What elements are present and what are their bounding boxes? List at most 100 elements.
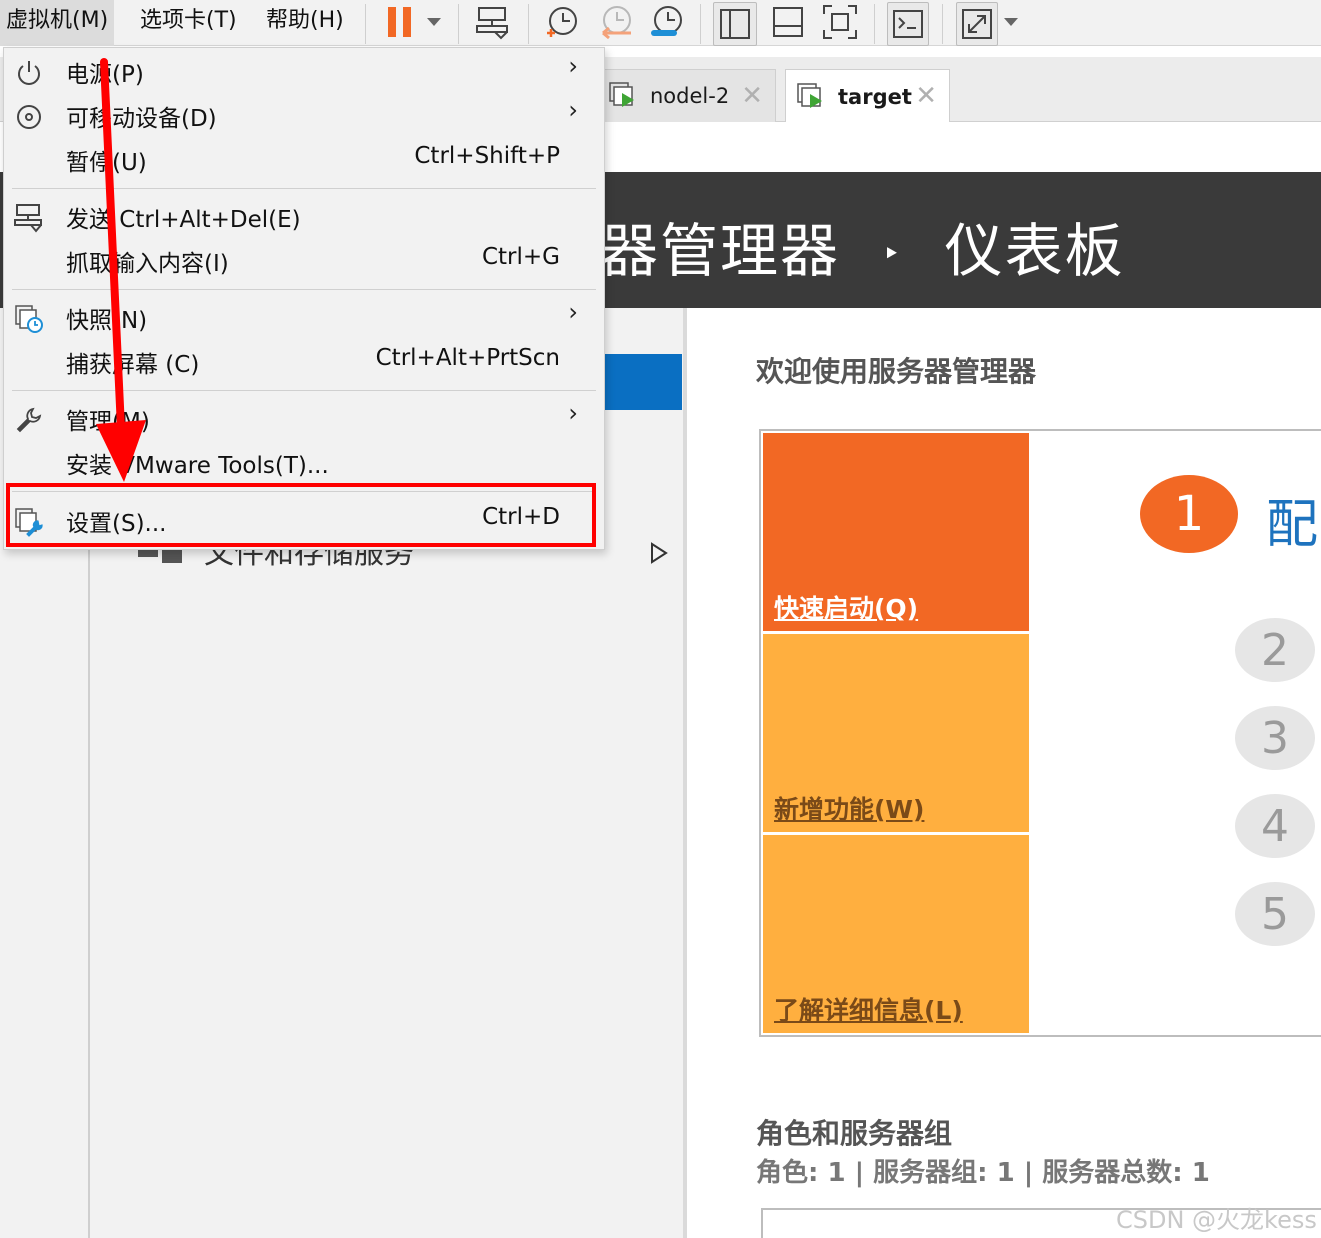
close-icon[interactable]: ✕ — [915, 81, 937, 111]
menu-item-pause[interactable]: 暂停(U) Ctrl+Shift+P — [4, 138, 604, 182]
menu-item-label: 安装 VMware Tools(T)... — [66, 453, 329, 479]
toolbar-separator — [874, 4, 875, 44]
chevron-down-icon — [1004, 18, 1018, 26]
revert-snapshot-button[interactable] — [596, 0, 636, 44]
tab-label: target — [838, 84, 912, 109]
tile-label: 快速启动(Q) — [774, 594, 919, 623]
console-view-button[interactable] — [766, 0, 810, 44]
menu-item-snapshot[interactable]: 快照(N) › — [4, 296, 604, 340]
menu-item-shortcut: Ctrl+Shift+P — [414, 143, 560, 169]
snapshot-take-icon — [547, 7, 577, 37]
wrench-icon — [16, 407, 42, 433]
vm-menu-dropdown: 电源(P) › 可移动设备(D) › 暂停(U) Ctrl+Shift+P 发送… — [3, 47, 605, 550]
chevron-right-icon: › — [568, 52, 578, 80]
console-view-icon — [773, 7, 803, 37]
pause-icon — [388, 7, 411, 37]
menu-separator — [12, 188, 596, 189]
watermark: CSDN @火龙kess — [1116, 1206, 1317, 1234]
chevron-down-icon — [427, 18, 441, 26]
menu-item-label: 捕获屏幕 (C) — [66, 352, 200, 378]
menu-item-grab-input[interactable]: 抓取输入内容(I) Ctrl+G — [4, 239, 604, 283]
toolbar-separator — [700, 4, 701, 44]
tile-whats-new[interactable]: 新增功能(W) — [763, 634, 1029, 832]
snapshot-revert-icon — [602, 6, 631, 40]
header-page: 仪表板 — [944, 217, 1125, 285]
chevron-right-icon: › — [568, 399, 578, 427]
tile-quick-start[interactable]: 快速启动(Q) — [763, 433, 1029, 631]
send-keys-icon — [14, 204, 42, 233]
menu-vm[interactable]: 虚拟机(M) — [0, 0, 115, 46]
fullscreen-button[interactable] — [818, 0, 862, 44]
library-view-button[interactable] — [713, 2, 757, 46]
tab-nodel-2[interactable]: nodel-2 ✕ — [603, 69, 776, 122]
menu-tabs[interactable]: 选项卡(T) — [134, 0, 243, 46]
menu-item-label: 快照(N) — [66, 308, 148, 334]
send-keys-icon — [476, 7, 508, 40]
annotation-highlight-box — [6, 483, 596, 547]
step-4-badge: 4 — [1235, 794, 1315, 858]
menu-item-removable-devices[interactable]: 可移动设备(D) › — [4, 94, 604, 138]
menu-item-shortcut: Ctrl+G — [481, 244, 560, 270]
pause-dropdown-button[interactable] — [424, 0, 444, 44]
page-title: 器管理器 ‣ 仪表板 — [600, 204, 1125, 288]
tab-label: nodel-2 — [650, 84, 730, 108]
roles-summary: 角色: 1 | 服务器组: 1 | 服务器总数: 1 — [756, 1158, 1210, 1188]
fullscreen-icon — [823, 5, 857, 39]
terminal-button[interactable] — [887, 2, 929, 46]
menu-item-label: 暂停(U) — [66, 150, 147, 176]
step-5-badge: 5 — [1235, 882, 1315, 946]
toolbar-separator — [365, 4, 366, 44]
menubar-toolbar: 虚拟机(M) 选项卡(T) 帮助(H) — [0, 0, 1321, 46]
stretch-icon — [962, 9, 992, 39]
close-icon[interactable]: ✕ — [741, 81, 763, 111]
tile-label: 了解详细信息(L) — [774, 996, 963, 1025]
toolbar-separator — [942, 4, 943, 44]
take-snapshot-button[interactable] — [542, 0, 582, 44]
menu-item-label: 发送 Ctrl+Alt+Del(E) — [66, 207, 301, 233]
step-2-badge: 2 — [1235, 618, 1315, 682]
snapshot-manager-icon — [651, 6, 682, 36]
vm-running-icon — [797, 82, 822, 108]
menu-item-capture-screen[interactable]: 捕获屏幕 (C) Ctrl+Alt+PrtScn — [4, 340, 604, 384]
library-view-icon — [720, 9, 750, 39]
menu-item-label: 管理(M) — [66, 409, 150, 435]
menu-item-label: 抓取输入内容(I) — [66, 251, 229, 277]
menu-item-power[interactable]: 电源(P) › — [4, 50, 604, 94]
roles-heading: 角色和服务器组 — [756, 1117, 953, 1150]
menu-item-install-vmware-tools[interactable]: 安装 VMware Tools(T)... — [4, 441, 604, 485]
pane-divider — [683, 308, 687, 1238]
step-3-badge: 3 — [1235, 706, 1315, 770]
tile-label: 新增功能(W) — [774, 795, 925, 824]
breadcrumb-separator: ‣ — [882, 237, 903, 273]
vm-running-icon — [609, 82, 634, 107]
terminal-icon — [893, 10, 923, 38]
toolbar-separator — [458, 4, 459, 44]
pause-button[interactable] — [384, 0, 416, 44]
step-1-badge: 1 — [1140, 475, 1238, 553]
tile-learn-more[interactable]: 了解详细信息(L) — [763, 835, 1029, 1033]
menu-item-shortcut: Ctrl+Alt+PrtScn — [375, 345, 560, 371]
config-link[interactable]: 配 — [1266, 482, 1318, 557]
menu-item-label: 电源(P) — [66, 62, 144, 88]
welcome-heading: 欢迎使用服务器管理器 — [756, 355, 1037, 388]
snapshot-manager-button[interactable] — [646, 0, 686, 44]
toolbar-separator — [528, 4, 529, 44]
expand-arrow-icon[interactable] — [650, 542, 668, 568]
chevron-right-icon: › — [568, 298, 578, 326]
snapshot-icon — [15, 305, 43, 333]
menu-separator — [12, 390, 596, 391]
menu-item-manage[interactable]: 管理(M) › — [4, 397, 604, 441]
header-title: 器管理器 — [600, 217, 841, 285]
tab-target[interactable]: target ✕ — [785, 69, 950, 123]
disc-icon — [17, 105, 41, 129]
send-ctrl-alt-del-button[interactable] — [474, 0, 512, 44]
power-icon — [18, 61, 40, 85]
menu-separator — [12, 289, 596, 290]
nav-selected-item[interactable] — [600, 354, 682, 410]
menu-help[interactable]: 帮助(H) — [260, 0, 350, 46]
chevron-right-icon: › — [568, 96, 578, 124]
stretch-dropdown-button[interactable] — [1002, 0, 1020, 44]
menu-item-send-ctrl-alt-del[interactable]: 发送 Ctrl+Alt+Del(E) — [4, 195, 604, 239]
menu-item-label: 可移动设备(D) — [66, 106, 217, 132]
stretch-button[interactable] — [956, 2, 998, 46]
